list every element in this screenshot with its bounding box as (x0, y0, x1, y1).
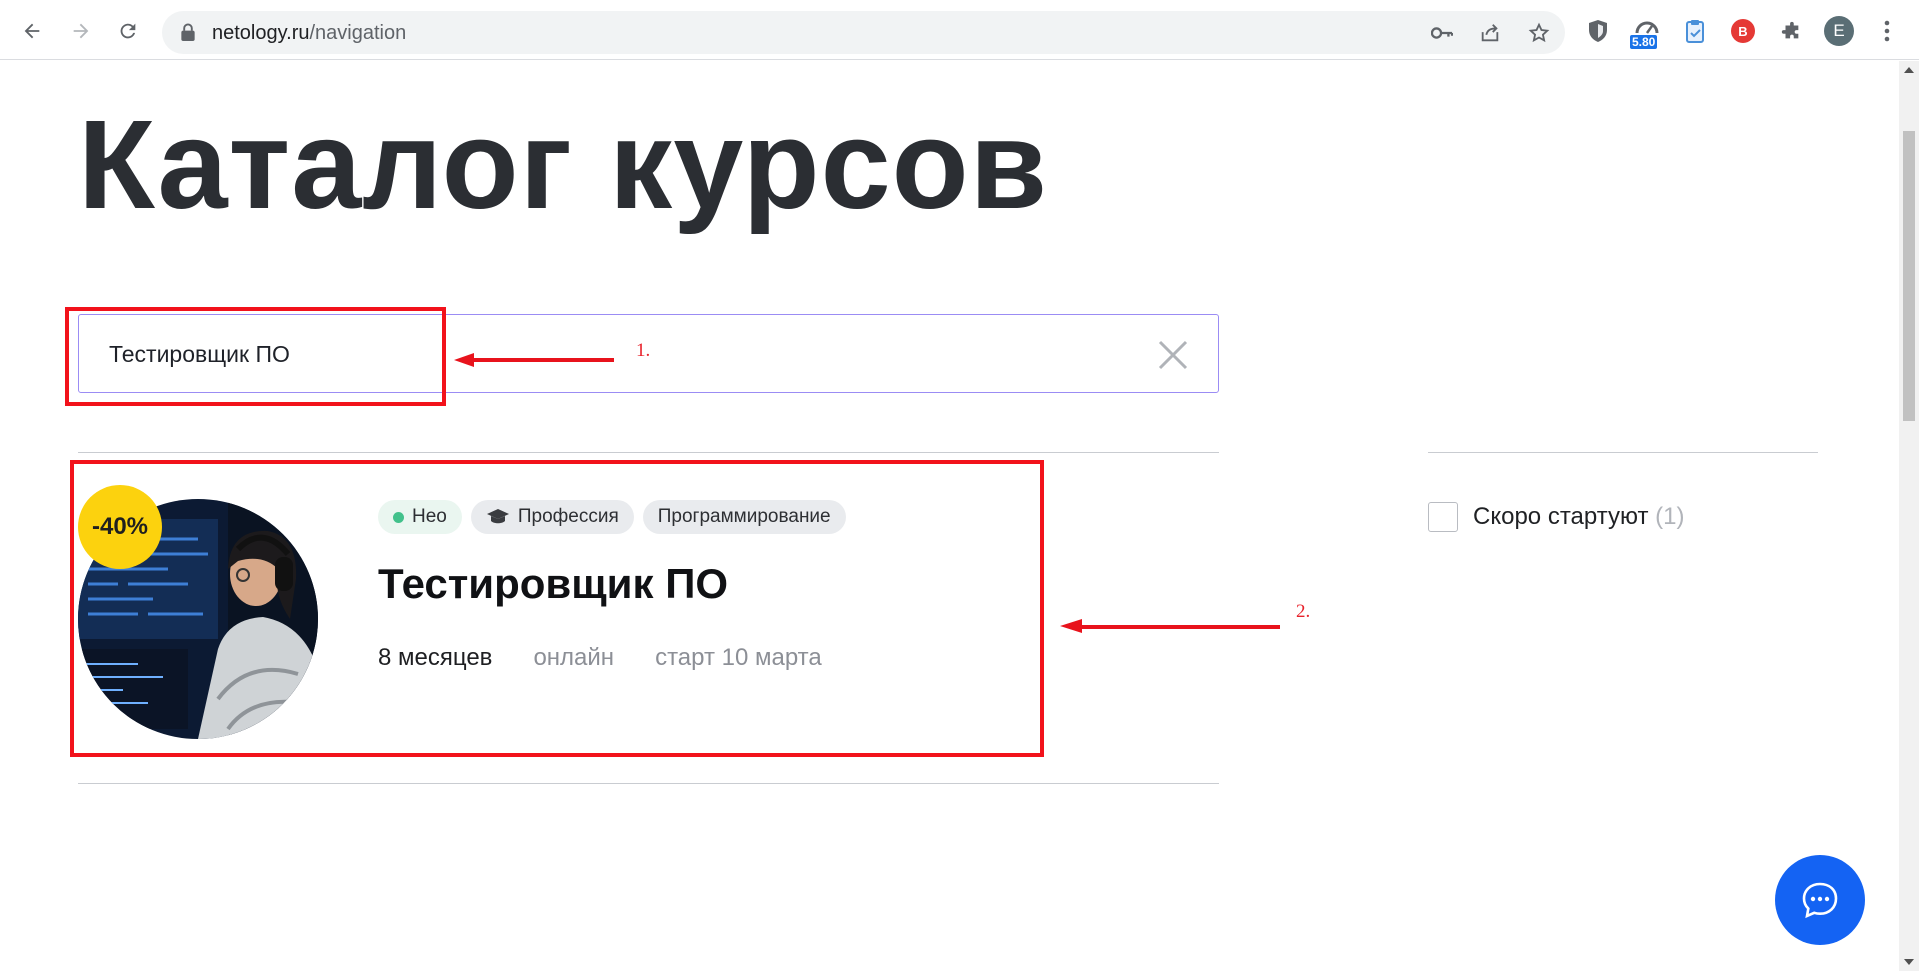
chat-button[interactable] (1775, 855, 1865, 945)
clipboard-extension-icon[interactable] (1680, 16, 1710, 46)
browser-toolbar: netology.ru/navigation 5.80 B E (0, 0, 1919, 60)
shield-extension-icon[interactable] (1583, 16, 1613, 46)
url-path: /navigation (309, 22, 407, 44)
soon-starting-checkbox[interactable] (1428, 502, 1458, 532)
filter-label-text: Скоро стартуют (1473, 503, 1649, 530)
list-top-divider (78, 452, 1219, 453)
address-bar[interactable]: netology.ru/navigation (162, 11, 1565, 54)
scrollbar-thumb[interactable] (1903, 131, 1915, 421)
lock-icon (181, 23, 195, 42)
reload-icon (120, 23, 136, 39)
annotation-label-1: 1. (636, 340, 651, 361)
forward-button[interactable] (66, 16, 96, 46)
chat-bubble-icon (1802, 882, 1838, 919)
filter-count: (1) (1655, 503, 1685, 530)
annotation-label-2: 2. (1296, 601, 1311, 622)
share-icon[interactable] (1478, 21, 1502, 45)
filter-label: Скоро стартуют (1) (1473, 503, 1684, 531)
arrow-right-icon (73, 23, 89, 39)
profile-avatar[interactable]: E (1824, 16, 1854, 46)
url-text: netology.ru/navigation (212, 22, 406, 45)
filters-top-divider (1428, 452, 1818, 453)
bookmark-star-icon[interactable] (1527, 21, 1551, 45)
red-extension-icon[interactable]: B (1728, 16, 1758, 46)
page-title: Каталог курсов (78, 94, 1049, 235)
annotation-arrow-1 (454, 353, 614, 367)
screen: netology.ru/navigation 5.80 B E Каталог … (0, 0, 1919, 971)
password-key-icon[interactable] (1430, 21, 1454, 45)
list-bottom-divider (78, 783, 1219, 784)
puzzle-extensions-icon[interactable] (1776, 16, 1806, 46)
clear-search-icon[interactable] (1157, 339, 1189, 371)
reload-button[interactable] (113, 16, 143, 46)
page-scrollbar[interactable] (1899, 61, 1919, 971)
more-menu-icon[interactable] (1872, 16, 1902, 46)
annotation-box-2 (70, 460, 1044, 757)
back-button[interactable] (17, 16, 47, 46)
url-domain: netology.ru (212, 22, 310, 44)
annotation-box-1 (65, 307, 446, 406)
svg-text:B: B (1738, 24, 1747, 39)
scroll-up-icon[interactable] (1904, 67, 1914, 73)
arrow-left-icon (24, 23, 40, 39)
scroll-down-icon[interactable] (1904, 959, 1914, 965)
filter-soon-starting[interactable]: Скоро стартуют (1) (1428, 502, 1684, 532)
annotation-arrow-2 (1060, 619, 1280, 633)
extension-badge: 5.80 (1630, 35, 1658, 49)
